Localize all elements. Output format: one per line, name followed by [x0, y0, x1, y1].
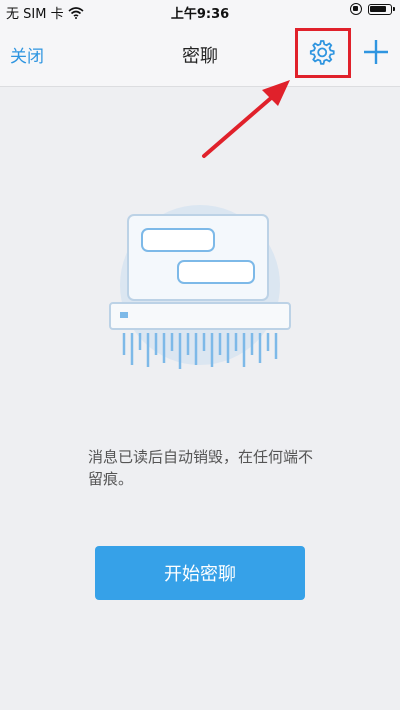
battery-icon [368, 3, 395, 15]
description-text: 消息已读后自动销毁，在任何端不留痕。 [88, 448, 314, 488]
status-bar: 无 SIM 卡 上午9:36 [0, 0, 400, 22]
gear-icon[interactable] [306, 36, 338, 68]
annotation-arrow [202, 80, 290, 158]
plus-icon[interactable] [360, 36, 392, 68]
shredder-illustration [109, 205, 291, 369]
status-right [350, 3, 395, 15]
orientation-lock-icon [350, 3, 362, 15]
status-time: 上午9:36 [170, 7, 230, 22]
start-secret-chat-button[interactable]: 开始密聊 [95, 546, 305, 600]
start-button-label: 开始密聊 [164, 564, 236, 585]
